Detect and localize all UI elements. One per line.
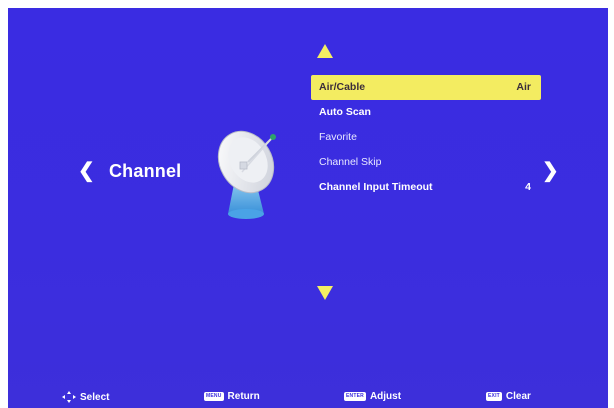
menu-item-favorite[interactable]: Favorite — [311, 125, 541, 150]
menu-item-air-cable[interactable]: Air/Cable Air — [311, 75, 541, 100]
channel-menu: Air/Cable Air Auto Scan Favorite Channel… — [311, 75, 541, 200]
tv-menu-screen: ❮ Channel Air/Cable Air Auto Scan Favori… — [8, 8, 608, 408]
hint-return: MENU Return — [204, 391, 260, 402]
menu-item-label: Auto Scan — [319, 106, 371, 118]
hint-adjust: ENTER Adjust — [344, 391, 401, 402]
chevron-right-icon[interactable]: ❯ — [542, 158, 559, 183]
enter-key-icon: ENTER — [344, 392, 366, 401]
menu-key-icon: MENU — [204, 392, 224, 401]
chevron-left-icon[interactable]: ❮ — [78, 158, 95, 183]
hint-adjust-label: Adjust — [369, 391, 402, 402]
menu-item-channel-input-timeout[interactable]: Channel Input Timeout 4 — [311, 175, 541, 200]
menu-item-auto-scan[interactable]: Auto Scan — [311, 100, 541, 125]
footer-hints: Select MENU Return ENTER Adjust EXIT Cle… — [8, 388, 608, 408]
hint-select-label: Select — [80, 391, 110, 403]
arrow-up-icon[interactable] — [317, 44, 333, 58]
menu-item-label: Air/Cable — [319, 81, 366, 93]
dpad-icon — [62, 391, 76, 403]
menu-item-label: Favorite — [319, 131, 357, 143]
arrow-down-icon[interactable] — [317, 286, 333, 300]
satellite-dish-icon — [217, 130, 276, 219]
hint-return-label: Return — [227, 391, 260, 402]
hint-clear-label: Clear — [505, 391, 531, 402]
hint-clear: EXIT Clear — [486, 391, 531, 402]
menu-item-channel-skip[interactable]: Channel Skip — [311, 150, 541, 175]
menu-item-label: Channel Skip — [319, 156, 382, 168]
menu-item-value: 4 — [525, 181, 531, 193]
menu-item-label: Channel Input Timeout — [319, 181, 433, 193]
hint-select: Select — [62, 391, 109, 403]
section-title-text: Channel — [108, 161, 182, 181]
menu-item-value: Air — [516, 81, 531, 93]
section-title: ❮ Channel — [78, 158, 181, 183]
exit-key-icon: EXIT — [486, 392, 502, 401]
